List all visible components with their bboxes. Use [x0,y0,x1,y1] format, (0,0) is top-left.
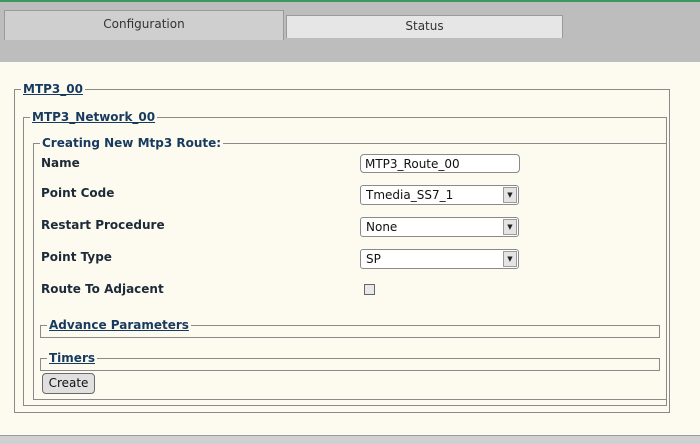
point-type-label: Point Type [41,250,112,264]
point-code-select[interactable]: Tmedia_SS7_1 ▼ [360,185,519,205]
restart-procedure-label: Restart Procedure [41,218,165,232]
advance-parameters-fieldset: Advance Parameters [40,318,660,338]
route-to-adjacent-label: Route To Adjacent [41,282,164,296]
network-legend[interactable]: MTP3_Network_00 [30,110,157,124]
timers-fieldset: Timers [40,351,660,371]
tab-configuration[interactable]: Configuration [4,10,284,40]
name-input[interactable] [360,154,520,173]
name-label: Name [41,156,80,170]
chevron-down-icon[interactable]: ▼ [503,219,517,235]
restart-procedure-value: None [366,220,398,234]
point-type-value: SP [366,252,381,266]
tab-status[interactable]: Status [286,15,563,38]
point-code-label: Point Code [41,186,115,200]
advance-parameters-legend[interactable]: Advance Parameters [47,318,191,332]
point-code-value: Tmedia_SS7_1 [366,188,454,202]
chevron-down-icon[interactable]: ▼ [503,251,517,267]
route-to-adjacent-checkbox[interactable] [364,284,375,295]
mtp3-legend[interactable]: MTP3_00 [21,82,85,96]
create-button[interactable]: Create [42,373,95,394]
timers-legend[interactable]: Timers [47,351,97,365]
point-type-select[interactable]: SP ▼ [360,249,519,269]
chevron-down-icon[interactable]: ▼ [503,187,517,203]
route-form-legend: Creating New Mtp3 Route: [42,136,222,150]
top-bar: Configuration Status [0,0,700,62]
main-content: MTP3_00 MTP3_Network_00 Creating New Mtp… [0,62,700,435]
restart-procedure-select[interactable]: None ▼ [360,217,519,237]
